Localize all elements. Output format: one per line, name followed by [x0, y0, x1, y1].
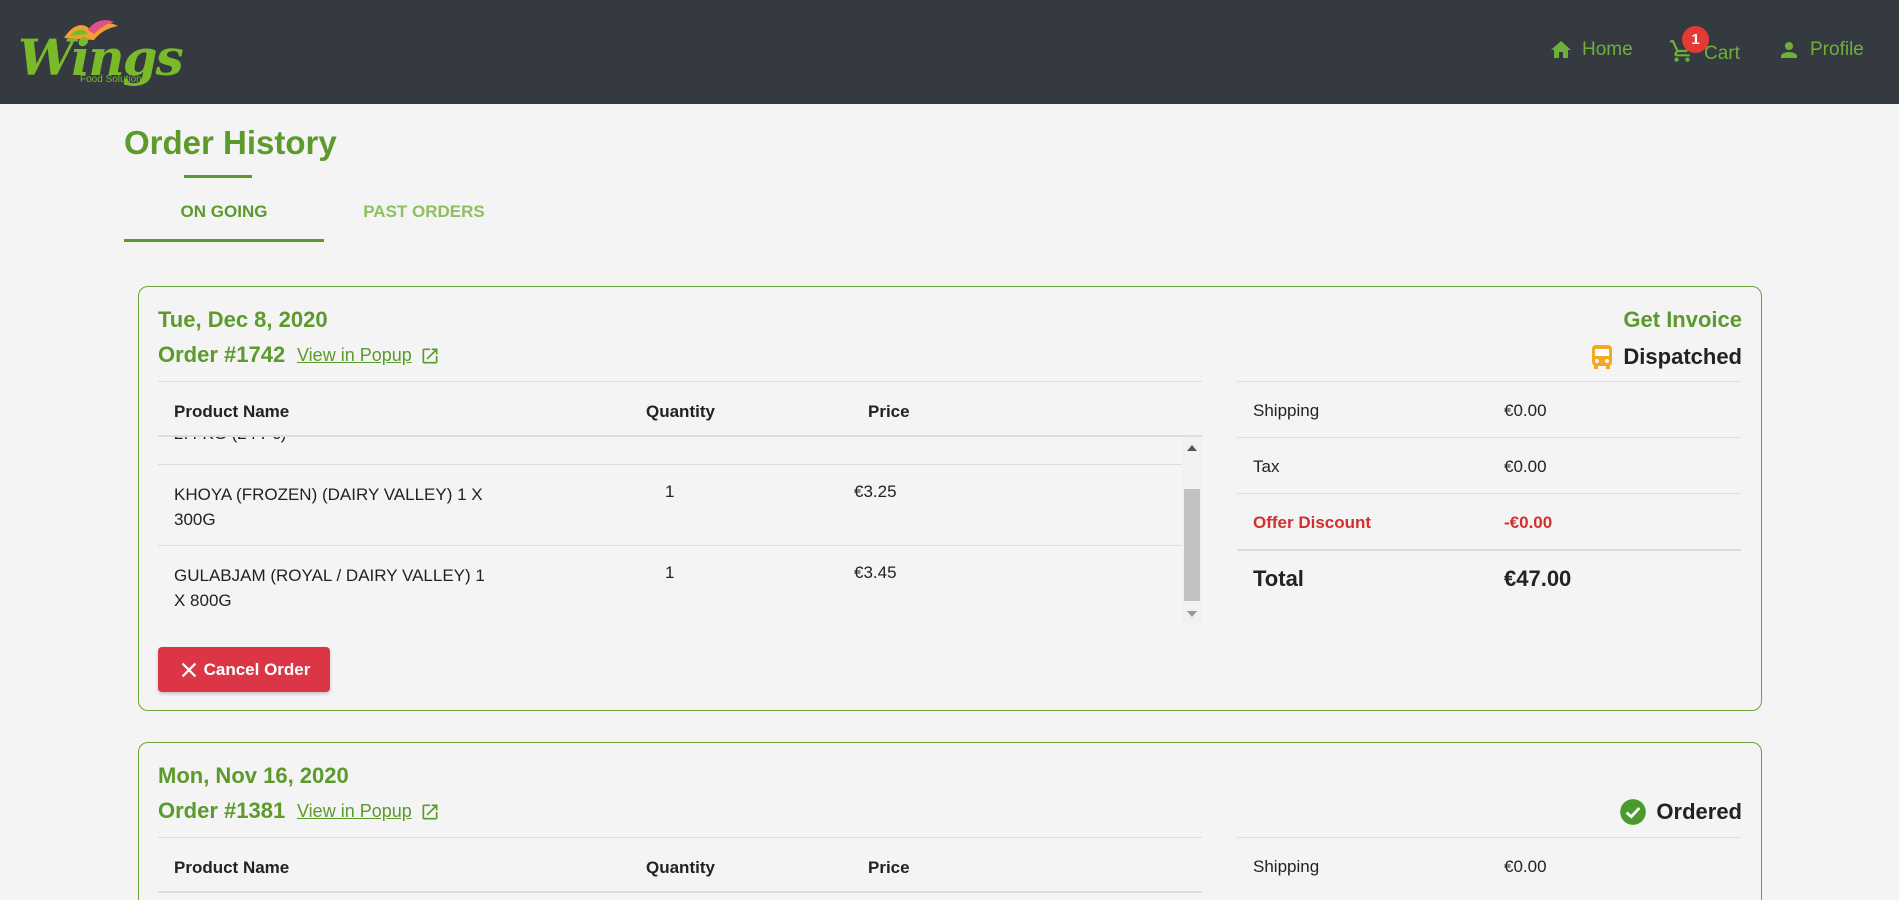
summary-row-total: Total €47.00 [1237, 549, 1741, 605]
get-invoice-link[interactable]: Get Invoice [1623, 307, 1742, 333]
bus-icon [1592, 345, 1613, 369]
view-in-popup-label: View in Popup [297, 801, 412, 821]
summary-label: Tax [1253, 457, 1280, 476]
scroll-thumb[interactable] [1184, 489, 1200, 601]
product-price: €3.45 [854, 563, 897, 582]
order-summary: Shipping €0.00 [1237, 837, 1741, 893]
cart-icon-wrap: 1 [1668, 26, 1709, 70]
external-link-icon [422, 804, 438, 819]
check-circle-icon [1620, 799, 1647, 825]
order-card: Mon, Nov 16, 2020 Order #1381 View in Po… [138, 742, 1762, 900]
active-tab-indicator [124, 239, 324, 242]
summary-value: €0.00 [1504, 857, 1547, 876]
order-date: Mon, Nov 16, 2020 [158, 763, 349, 788]
title-underline [184, 175, 252, 178]
summary-value: €0.00 [1504, 457, 1547, 476]
products-table: Product Name Quantity Price [158, 837, 1202, 893]
scroll-down-arrow[interactable] [1187, 611, 1197, 617]
cancel-order-button[interactable]: Cancel Order [158, 647, 330, 692]
tab-past-orders[interactable]: PAST ORDERS [324, 202, 524, 222]
nav-home[interactable]: Home [1548, 38, 1633, 62]
summary-value: €0.00 [1504, 401, 1547, 420]
product-price: €3.25 [854, 482, 897, 501]
view-in-popup-label: View in Popup [297, 345, 412, 365]
summary-label: Offer Discount [1253, 513, 1372, 532]
order-status: Dispatched [1590, 344, 1742, 370]
order-card: Tue, Dec 8, 2020 Order #1742 View in Pop… [138, 286, 1762, 711]
nav-cart-label: Cart [1704, 43, 1740, 64]
col-header-price: Price [868, 402, 910, 421]
vertical-scrollbar[interactable] [1182, 437, 1202, 625]
col-header-product-name: Product Name [174, 402, 290, 421]
nav-profile-label: Profile [1810, 39, 1864, 60]
view-in-popup-link[interactable]: View in Popup [297, 801, 440, 822]
tab-ongoing[interactable]: ON GOING [124, 202, 324, 222]
product-quantity: 1 [665, 563, 675, 582]
product-quantity: 1 [665, 482, 675, 501]
col-header-price: Price [868, 858, 910, 877]
col-header-quantity: Quantity [646, 858, 715, 877]
cart-count-badge: 1 [1682, 26, 1709, 53]
summary-row-shipping: Shipping €0.00 [1237, 381, 1741, 437]
products-scroll-area[interactable]: 2.4 KG (24 Pc) KHOYA (FROZEN) (DAIRY VAL… [158, 437, 1202, 625]
table-row: 2.4 KG (24 Pc) [158, 437, 1182, 465]
external-link-icon [422, 348, 438, 363]
products-table-header: Product Name Quantity Price [158, 837, 1202, 893]
close-icon [181, 662, 196, 677]
product-name: 2.4 KG (24 Pc) [174, 437, 494, 446]
summary-value: -€0.00 [1504, 513, 1553, 532]
scroll-up-arrow[interactable] [1187, 445, 1197, 451]
product-name: KHOYA (FROZEN) (DAIRY VALLEY) 1 X 300G [174, 485, 483, 529]
page-title: Order History [124, 124, 337, 161]
order-status-label: Ordered [1656, 799, 1742, 824]
view-in-popup-link[interactable]: View in Popup [297, 345, 440, 366]
nav-profile[interactable]: Profile [1776, 38, 1864, 62]
order-status: Ordered [1619, 798, 1742, 826]
summary-label: Total [1253, 566, 1304, 591]
order-number: Order #1742 [158, 342, 286, 367]
summary-row-discount: Offer Discount -€0.00 [1237, 493, 1741, 549]
order-summary: Shipping €0.00 Tax €0.00 Offer Discount … [1237, 381, 1741, 605]
home-icon [1551, 41, 1571, 58]
wings-logo[interactable]: Wings Food Solutions [18, 14, 184, 88]
nav-home-label: Home [1582, 39, 1633, 60]
summary-label: Shipping [1253, 401, 1320, 420]
summary-value: €47.00 [1504, 566, 1572, 591]
summary-row-tax: Tax €0.00 [1237, 437, 1741, 493]
products-table: Product Name Quantity Price 2.4 KG (24 P… [158, 381, 1202, 625]
product-name: GULABJAM (ROYAL / DAIRY VALLEY) 1 X 800G [174, 566, 485, 610]
cancel-order-label: Cancel Order [203, 659, 311, 679]
nav-cart[interactable]: 1 Cart [1668, 26, 1740, 70]
order-date: Tue, Dec 8, 2020 [158, 307, 328, 332]
person-icon [1781, 42, 1797, 58]
col-header-product-name: Product Name [174, 858, 290, 877]
logo-tagline: Food Solutions [80, 74, 147, 85]
order-number: Order #1381 [158, 798, 286, 823]
summary-label: Shipping [1253, 857, 1320, 876]
table-row: GULABJAM (ROYAL / DAIRY VALLEY) 1 X 800G… [158, 546, 1182, 625]
order-status-label: Dispatched [1623, 344, 1742, 369]
top-navbar: Wings Food Solutions Home 1 Cart Profile [0, 0, 1899, 104]
summary-row-shipping: Shipping €0.00 [1237, 837, 1741, 893]
products-table-header: Product Name Quantity Price [158, 381, 1202, 437]
table-row: KHOYA (FROZEN) (DAIRY VALLEY) 1 X 300G 1… [158, 465, 1182, 546]
col-header-quantity: Quantity [646, 402, 715, 421]
